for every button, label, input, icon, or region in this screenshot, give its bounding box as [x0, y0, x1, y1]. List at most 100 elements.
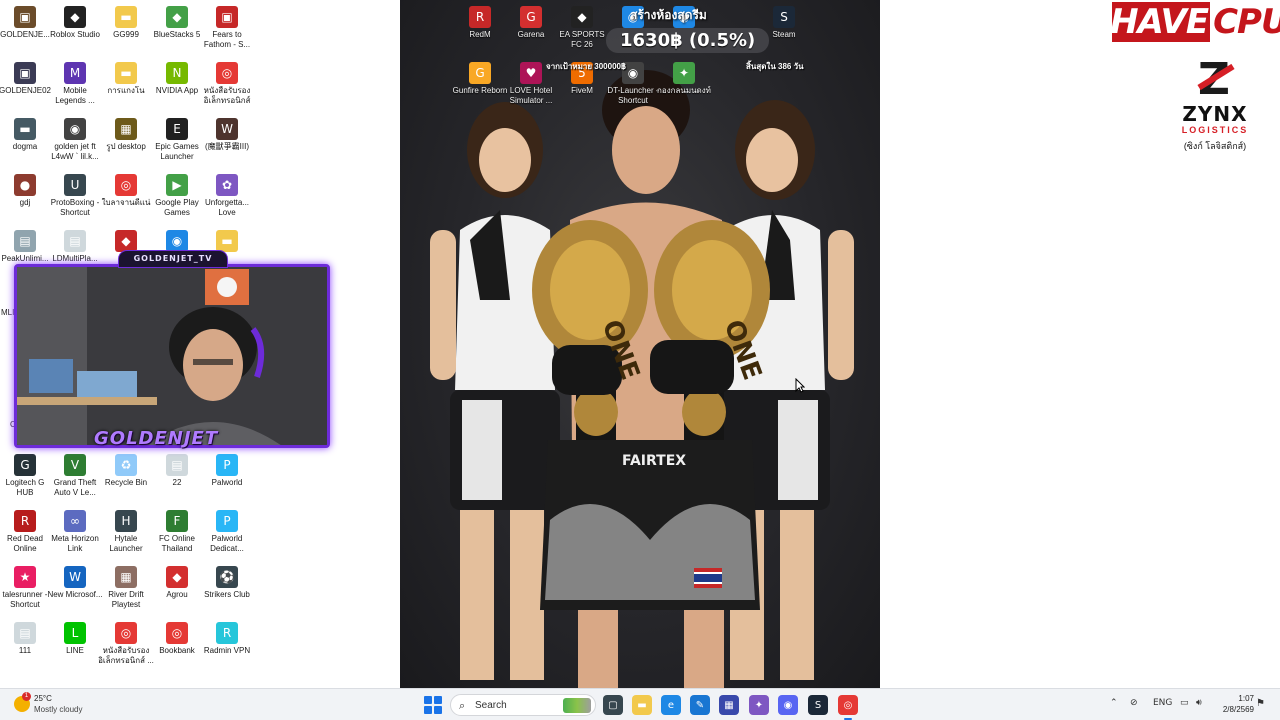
- windows-logo-pane: [424, 706, 432, 714]
- clock-date: 2/8/2569: [1222, 705, 1254, 714]
- donation-goal-amount: 1630฿ (0.5%): [606, 28, 770, 53]
- desktop-icon[interactable]: N NVIDIA App: [149, 62, 205, 96]
- notification-bell-icon[interactable]: ⚑: [1256, 698, 1265, 709]
- desktop-icon-label: Google Play Games: [155, 198, 199, 217]
- taskbar-steam-icon[interactable]: S: [808, 695, 828, 715]
- app-icon: S: [773, 6, 795, 28]
- desktop-icon-label: 22: [172, 478, 182, 487]
- taskbar-chrome-icon[interactable]: ◎: [838, 695, 858, 720]
- desktop-icon-label: LOVE Hotel Simulator ...: [509, 86, 553, 105]
- tray-volume-icon[interactable]: 🔊︎: [1196, 698, 1202, 708]
- desktop-icon[interactable]: G Logitech G HUB: [0, 454, 53, 498]
- app-icon: ▬: [115, 62, 137, 84]
- start-button[interactable]: [424, 696, 442, 714]
- desktop-icon[interactable]: ▤ PeakUnlimi...: [0, 230, 53, 264]
- mouse-cursor-icon: [795, 378, 805, 393]
- desktop-icon-label: Palworld Dedicat...: [210, 534, 244, 553]
- desktop-icon[interactable]: H Hytale Launcher: [98, 510, 154, 554]
- desktop-icon[interactable]: ▦ River Drift Playtest: [98, 566, 154, 610]
- taskbar-file-explorer-icon[interactable]: ▬: [632, 695, 652, 715]
- desktop-icon[interactable]: E Epic Games Launcher: [149, 118, 205, 162]
- zynx-logo-thai: (ซิงก์ โลจิสติกส์): [1183, 141, 1247, 151]
- desktop-icon[interactable]: G Garena: [503, 6, 559, 40]
- taskbar-app-store-icon[interactable]: ▦: [719, 695, 739, 715]
- tray-language[interactable]: ENG: [1153, 698, 1172, 708]
- desktop-icon[interactable]: G Gunfire Reborn: [452, 62, 508, 96]
- desktop-icon[interactable]: ▣ Fears to Fathom - S...: [199, 6, 255, 50]
- app-icon: ▣: [216, 6, 238, 28]
- taskbar: 1 25°C Mostly cloudy ⌕ Search ▢ ▬ e ✎ ▦ ✦ ◉ S ◎ …: [0, 688, 1280, 720]
- desktop-icon[interactable]: ● gdj: [0, 174, 53, 208]
- desktop-icon-label: รูป desktop: [106, 142, 146, 151]
- desktop-icon[interactable]: V Grand Theft Auto V Le...: [47, 454, 103, 498]
- app-icon: R: [216, 622, 238, 644]
- desktop-icon[interactable]: ◎ Bookbank: [149, 622, 205, 656]
- taskbar-discord-icon[interactable]: ◉: [778, 695, 798, 715]
- app-icon: ✿: [216, 174, 238, 196]
- desktop-icon[interactable]: U ProtoBoxing - Shortcut: [47, 174, 103, 218]
- windows-logo-icon: [424, 696, 432, 704]
- taskbar-search[interactable]: ⌕ Search: [450, 694, 596, 716]
- desktop-icon[interactable]: P Palworld: [199, 454, 255, 488]
- desktop-icon[interactable]: ♻ Recycle Bin: [98, 454, 154, 488]
- app-icon: V: [64, 454, 86, 476]
- app-icon: E: [166, 118, 188, 140]
- desktop-icon[interactable]: ▤ 22: [149, 454, 205, 488]
- desktop-icon[interactable]: ▤ 111: [0, 622, 53, 656]
- desktop-icon[interactable]: R RedM: [452, 6, 508, 40]
- weather-widget[interactable]: 1 25°C Mostly cloudy: [14, 692, 114, 716]
- desktop-icon[interactable]: ▤ LDMultiPla...: [47, 230, 103, 264]
- search-highlight-icon: [563, 698, 591, 713]
- desktop-icon[interactable]: W New Microsof...: [47, 566, 103, 600]
- desktop-icon-label: Meta Horizon Link: [51, 534, 99, 553]
- taskbar-task-view-icon[interactable]: ▢: [603, 695, 623, 715]
- desktop-icon[interactable]: ▣ GOLDENJE...: [0, 6, 53, 40]
- taskbar-edge-icon[interactable]: e: [661, 695, 681, 715]
- taskbar-visual-studio-code-icon[interactable]: ✎: [690, 695, 710, 715]
- desktop-icon[interactable]: ◎ ใบลาจานดีแน่: [98, 174, 154, 208]
- desktop-icon[interactable]: ▦ รูป desktop: [98, 118, 154, 152]
- app-icon: ◉: [64, 118, 86, 140]
- desktop-icon[interactable]: R Radmin VPN: [199, 622, 255, 656]
- desktop-icon[interactable]: ◆ Roblox Studio: [47, 6, 103, 40]
- desktop-icon[interactable]: ◉ golden jet ft L4wW ` lil.k...: [47, 118, 103, 162]
- desktop-icon[interactable]: ★ talesrunner - Shortcut: [0, 566, 53, 610]
- desktop-icon[interactable]: ◆ BlueStacks 5: [149, 6, 205, 40]
- tray-overflow-chevron-icon[interactable]: ⌃: [1110, 698, 1118, 708]
- desktop-icon[interactable]: ⚽ Strikers Club: [199, 566, 255, 600]
- taskbar-clock[interactable]: 1:07 2/8/2569: [1212, 693, 1254, 715]
- desktop-icon[interactable]: ▬ GG999: [98, 6, 154, 40]
- desktop-icon[interactable]: F FC Online Thailand: [149, 510, 205, 554]
- desktop-icon[interactable]: ▬ dogma: [0, 118, 53, 152]
- app-icon: ▤: [14, 622, 36, 644]
- desktop-icon[interactable]: ∞ Meta Horizon Link: [47, 510, 103, 554]
- desktop-icon[interactable]: ▬ การแกงโน: [98, 62, 154, 96]
- clock-time: 1:07: [1238, 694, 1254, 703]
- app-icon: G: [469, 62, 491, 84]
- weather-condition: Mostly cloudy: [34, 705, 83, 714]
- windows-logo-pane: [434, 696, 442, 704]
- desktop-icon[interactable]: ▶ Google Play Games: [149, 174, 205, 218]
- app-icon: ▦: [115, 566, 137, 588]
- desktop-icon[interactable]: R Red Dead Online: [0, 510, 53, 554]
- tray-network-off-icon[interactable]: ⊘: [1130, 698, 1138, 708]
- weather-temp: 25°C: [34, 694, 52, 703]
- app-icon: ▣: [14, 62, 36, 84]
- desktop-icon[interactable]: M Mobile Legends ...: [47, 62, 103, 106]
- desktop-icon[interactable]: L LINE: [47, 622, 103, 656]
- desktop-icon[interactable]: ◎ หนังสือรับรอง อิเล็กทรอนิกส์ ...: [98, 622, 154, 666]
- tray-display-icon[interactable]: ▭: [1180, 698, 1189, 708]
- desktop-icon[interactable]: ✦ กองกลนมนดงท์: [656, 62, 712, 96]
- desktop-icon[interactable]: W (魔獸爭霸III): [199, 118, 255, 152]
- app-icon: R: [14, 510, 36, 532]
- webcam-channel-tab: GOLDENJET_TV: [118, 250, 228, 268]
- app-icon: ▦: [115, 118, 137, 140]
- desktop-icon[interactable]: ◎ หนังสือรับรอง อิเล็กทรอนิกส์: [199, 62, 255, 106]
- ihavecpu-logo-cpu: CPU: [1210, 2, 1280, 42]
- desktop-icon[interactable]: ◆ EA SPORTS FC 26: [554, 6, 610, 50]
- desktop-icon[interactable]: ▣ GOLDENJE02: [0, 62, 53, 96]
- desktop-icon[interactable]: P Palworld Dedicat...: [199, 510, 255, 554]
- desktop-icon[interactable]: ✿ Unforgetta... Love: [199, 174, 255, 218]
- desktop-icon[interactable]: ◆ Agrou: [149, 566, 205, 600]
- taskbar-copilot-icon[interactable]: ✦: [749, 695, 769, 715]
